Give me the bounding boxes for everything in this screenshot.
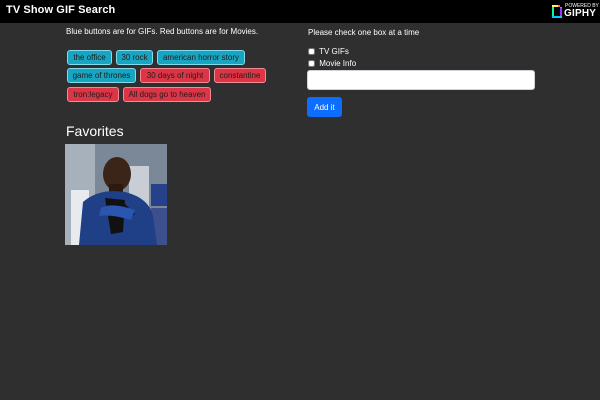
tv-gifs-checkbox[interactable]: [308, 48, 315, 55]
tv-gifs-label: TV GIFs: [319, 47, 349, 56]
show-button-30-rock[interactable]: 30 rock: [116, 50, 153, 65]
show-button-the-office[interactable]: the office: [67, 50, 112, 65]
movie-info-label: Movie Info: [319, 59, 357, 68]
show-button-game-of-thrones[interactable]: game of thrones: [67, 68, 136, 83]
show-button-american-horror-story[interactable]: american horror story: [157, 50, 245, 65]
movie-info-checkbox[interactable]: [308, 60, 315, 67]
navbar: TV Show GIF Search POWERED BY GIPHY: [0, 0, 600, 23]
add-button[interactable]: Add it: [307, 97, 342, 117]
giphy-logo: POWERED BY GIPHY: [552, 2, 599, 21]
show-name-input[interactable]: [307, 70, 535, 90]
giphy-brand: GIPHY: [564, 8, 597, 19]
app-title: TV Show GIF Search: [6, 4, 116, 16]
checkbox-row-tv-gifs: TV GIFs: [307, 47, 349, 57]
show-button-30-days-of-night[interactable]: 30 days of night: [140, 68, 210, 83]
instructions-text: Blue buttons are for GIFs. Red buttons a…: [66, 27, 259, 36]
favorites-heading: Favorites: [66, 123, 124, 139]
favorite-gif[interactable]: [65, 144, 167, 245]
form-instructions: Please check one box at a time: [308, 28, 420, 37]
show-button-all-dogs-go-to-heaven[interactable]: All dogs go to heaven: [123, 87, 211, 102]
favorite-gif-image: [65, 144, 167, 245]
checkbox-row-movie-info: Movie Info: [307, 59, 356, 69]
show-button-tron-legacy[interactable]: tron:legacy: [67, 87, 119, 102]
giphy-logo-icon: [552, 5, 562, 18]
show-button-constantine[interactable]: constantine: [214, 68, 266, 83]
